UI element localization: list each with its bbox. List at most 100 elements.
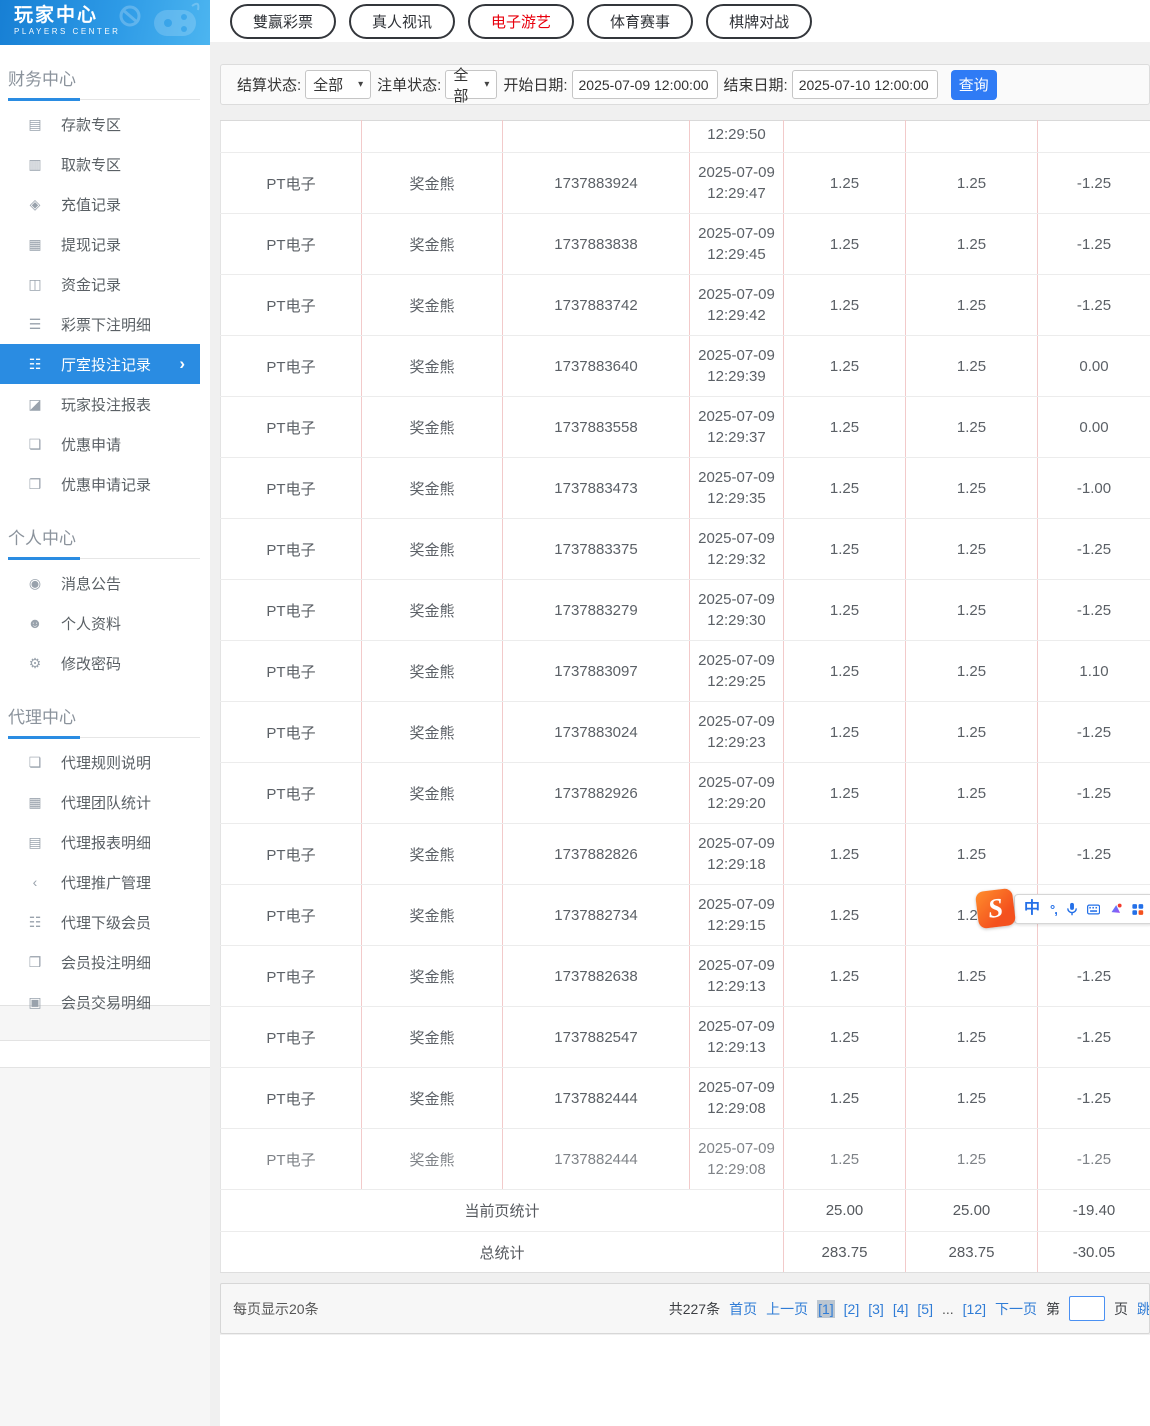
total-summary-valid: 283.75 (905, 1231, 1038, 1273)
valid-bet-cell: 1.25 (905, 823, 1038, 885)
sidebar-agent-list: ❏ 代理规则说明 ▦ 代理团队统计 ▤ 代理报表明细 ‹ 代理推广管理 ☷ 代理… (0, 742, 210, 1022)
sidebar-item[interactable]: ☰ 彩票下注明细 (0, 304, 210, 344)
valid-bet-cell: 1.25 (905, 518, 1038, 580)
bet-amount-cell: 1.25 (783, 518, 906, 580)
sidebar-item[interactable]: ❏ 代理规则说明 (0, 742, 210, 782)
sidebar-item[interactable]: ◉ 消息公告 (0, 563, 210, 603)
sidebar-item-label: 厅室投注记录 (61, 356, 152, 374)
time-cell: 2025-07-09 12:29:23 (689, 701, 784, 763)
sidebar-item[interactable]: ▤ 存款专区 (0, 104, 210, 144)
sidebar-item[interactable]: ▣ 会员交易明细 (0, 982, 210, 1022)
bet-amount-cell: 1.25 (783, 1128, 906, 1190)
winloss-cell: 0.00 (1037, 396, 1150, 458)
category-tab[interactable]: 体育赛事 (587, 3, 694, 39)
sidebar-item[interactable]: ☷ 厅室投注记录 › (0, 344, 200, 384)
table-row: PT电子 奖金熊 1737882444 2025-07-09 12:29:08 1… (220, 1067, 1150, 1129)
microphone-icon[interactable] (1066, 901, 1077, 918)
category-tab[interactable]: 雙赢彩票 (230, 3, 337, 39)
time-cell: 2025-07-09 12:29:32 (689, 518, 784, 580)
table-row: PT电子 奖金熊 1737883279 2025-07-09 12:29:30 1… (220, 579, 1150, 641)
category-tab-label: 棋牌对战 (729, 13, 790, 31)
sidebar-item[interactable]: ‹ 代理推广管理 (0, 862, 210, 902)
end-date-input[interactable] (791, 70, 938, 99)
settle-status-select[interactable]: 全部 ▾ (305, 70, 372, 99)
sidebar-personal-list: ◉ 消息公告 ☻ 个人资料 ⚙ 修改密码 (0, 563, 210, 683)
category-tab-label: 雙赢彩票 (253, 13, 314, 31)
prev-page-link[interactable]: 上一页 (766, 1299, 808, 1319)
platform-cell: PT电子 (220, 518, 362, 580)
sidebar-item[interactable]: ⚙ 修改密码 (0, 643, 210, 683)
category-tab[interactable]: 电子游艺 (468, 3, 575, 39)
promo-record-icon: ❐ (28, 475, 42, 492)
bet-amount-cell: 1.25 (783, 1006, 906, 1068)
query-button[interactable]: 查询 (950, 69, 997, 100)
sidebar-item[interactable]: ☻ 个人资料 (0, 603, 210, 643)
ime-mode-button[interactable]: 中 (1024, 901, 1040, 917)
ime-logo-icon[interactable]: S (974, 887, 1017, 930)
page-number-link[interactable]: [1] (817, 1299, 835, 1318)
first-page-link[interactable]: 首页 (729, 1299, 757, 1319)
start-date-label: 开始日期: (503, 77, 568, 94)
bet-amount-cell: 1.25 (783, 457, 906, 519)
bet-records-table: 12:29:50 PT电子 奖金熊 1737883924 2025-07-09 1… (220, 120, 1150, 1273)
page-number-link[interactable]: ... (942, 1301, 954, 1317)
page-number-link[interactable]: [2] (844, 1301, 860, 1317)
toolbox-icon[interactable] (1132, 902, 1144, 917)
sidebar-item[interactable]: ▤ 代理报表明细 (0, 822, 210, 862)
order-number-cell (502, 120, 690, 153)
bet-amount-cell: 1.25 (783, 335, 906, 397)
sidebar-item-label: 个人资料 (61, 615, 122, 633)
keyboard-icon[interactable] (1086, 903, 1101, 916)
sidebar-finance-list: ▤ 存款专区 ▥ 取款专区 ◈ 充值记录 ▦ 提现记录 ◫ 资金记录 ☰ 彩票下… (0, 104, 210, 504)
page-number-link[interactable]: [5] (917, 1301, 933, 1317)
next-page-link[interactable]: 下一页 (995, 1299, 1037, 1319)
hall-bet-record-icon: ☷ (28, 355, 42, 372)
sidebar-item-label: 充值记录 (61, 196, 122, 214)
game-cell: 奖金熊 (361, 823, 503, 885)
valid-bet-cell: 1.25 (905, 1067, 1038, 1129)
time-cell: 2025-07-09 12:29:20 (689, 762, 784, 824)
valid-bet-cell: 1.25 (905, 152, 1038, 214)
valid-bet-cell: 1.25 (905, 701, 1038, 763)
page-number-link[interactable]: [4] (893, 1301, 909, 1317)
sidebar-item[interactable]: ▥ 取款专区 (0, 144, 210, 184)
category-tab[interactable]: 真人视讯 (349, 3, 456, 39)
sidebar-item[interactable]: ❐ 优惠申请记录 (0, 464, 210, 504)
sidebar-item[interactable]: ▦ 代理团队统计 (0, 782, 210, 822)
bet-amount-cell: 1.25 (783, 823, 906, 885)
game-cell: 奖金熊 (361, 1006, 503, 1068)
page-number-link[interactable]: [3] (868, 1301, 884, 1317)
sidebar-item-label: 会员交易明细 (61, 994, 152, 1012)
time-cell: 2025-07-09 12:29:13 (689, 1006, 784, 1068)
sidebar-item-label: 消息公告 (61, 575, 122, 593)
jump-button[interactable]: 跳转 (1137, 1299, 1149, 1319)
category-tab[interactable]: 棋牌对战 (706, 3, 813, 39)
sidebar-item-label: 提现记录 (61, 236, 122, 254)
order-status-select[interactable]: 全部 ▾ (445, 67, 498, 105)
order-number-cell: 1737882444 (502, 1067, 690, 1129)
sidebar-item[interactable]: ◈ 充值记录 (0, 184, 210, 224)
sidebar-item[interactable]: ▦ 提现记录 (0, 224, 210, 264)
order-number-cell: 1737883279 (502, 579, 690, 641)
bet-amount-cell: 1.25 (783, 152, 906, 214)
sidebar-item[interactable]: ☷ 代理下级会员 (0, 902, 210, 942)
bet-amount-cell (783, 120, 906, 153)
game-cell: 奖金熊 (361, 945, 503, 1007)
sidebar-item[interactable]: ❒ 会员投注明细 (0, 942, 210, 982)
page-summary-valid: 25.00 (905, 1189, 1038, 1232)
page-number-link[interactable]: [12] (963, 1301, 986, 1317)
table-row: PT电子 奖金熊 1737883097 2025-07-09 12:29:25 1… (220, 640, 1150, 702)
jump-page-input[interactable] (1069, 1296, 1105, 1321)
skin-icon[interactable] (1110, 901, 1122, 917)
platform-cell: PT电子 (220, 640, 362, 702)
sidebar-item[interactable]: ◫ 资金记录 (0, 264, 210, 304)
time-cell: 12:29:50 (689, 120, 784, 153)
sidebar-item[interactable]: ❏ 优惠申请 (0, 424, 210, 464)
table-row: PT电子 奖金熊 1737882638 2025-07-09 12:29:13 1… (220, 945, 1150, 1007)
bet-amount-cell: 1.25 (783, 396, 906, 458)
sidebar-item[interactable]: ◪ 玩家投注报表 (0, 384, 210, 424)
punctuation-icon[interactable]: °, (1050, 902, 1058, 917)
table-row: PT电子 奖金熊 1737883375 2025-07-09 12:29:32 1… (220, 518, 1150, 580)
valid-bet-cell: 1.25 (905, 762, 1038, 824)
start-date-input[interactable] (571, 70, 718, 99)
